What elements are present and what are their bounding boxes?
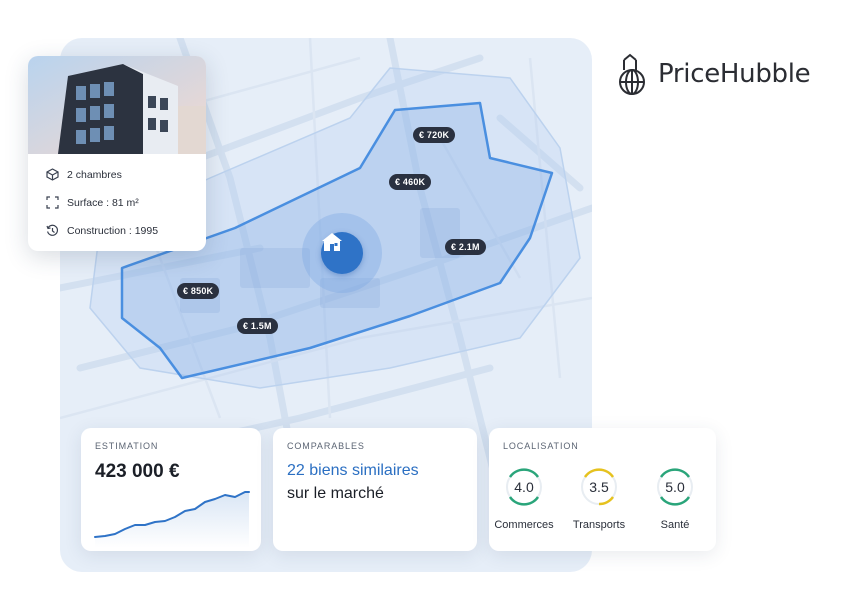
price-pin[interactable]: € 720K xyxy=(413,127,456,143)
feature-surface: Surface : 81 m² xyxy=(46,196,139,209)
score-transports: 3.5 xyxy=(579,467,619,507)
property-photo xyxy=(28,56,206,154)
score-sante: 5.0 xyxy=(655,467,695,507)
score-commerces: 4.0 xyxy=(504,467,544,507)
brand-logo: PriceHubble xyxy=(614,52,811,96)
estimation-trend-line xyxy=(94,491,250,548)
comparables-card[interactable]: COMPARABLES 22 biens similaires sur le m… xyxy=(273,428,477,551)
home-icon xyxy=(322,233,342,251)
card-title: ESTIMATION xyxy=(95,441,159,451)
price-pin[interactable]: € 460K xyxy=(389,174,432,190)
price-pin[interactable]: € 1.5M xyxy=(237,318,278,334)
score-value: 3.5 xyxy=(589,479,609,495)
feature-construction: Construction : 1995 xyxy=(46,224,158,237)
history-icon xyxy=(46,224,59,236)
home-marker[interactable] xyxy=(321,232,363,274)
score-label: Commerces xyxy=(494,519,554,531)
expand-icon xyxy=(46,196,59,209)
score-label: Santé xyxy=(660,519,690,531)
feature-bedrooms: 2 chambres xyxy=(46,168,122,181)
price-pin[interactable]: € 850K xyxy=(177,283,220,299)
estimation-value: 423 000 € xyxy=(95,461,180,482)
comparables-subtitle: sur le marché xyxy=(287,485,384,502)
score-label: Transports xyxy=(572,519,626,531)
card-title: COMPARABLES xyxy=(287,441,365,451)
card-title: LOCALISATION xyxy=(503,441,579,451)
feature-label: 2 chambres xyxy=(67,168,122,181)
feature-label: Construction : 1995 xyxy=(67,224,159,237)
comparables-count[interactable]: 22 biens similaires xyxy=(287,462,419,480)
feature-label: Surface : 81 m² xyxy=(67,196,139,209)
property-card[interactable]: 2 chambres Surface : 81 m² Construction … xyxy=(28,56,206,251)
score-value: 5.0 xyxy=(665,479,685,495)
price-pin[interactable]: € 2.1M xyxy=(445,239,486,255)
localisation-card[interactable]: LOCALISATION 4.0 Commerces 3.5 Transport… xyxy=(489,428,716,551)
bed-icon xyxy=(46,168,59,181)
brand-name: PriceHubble xyxy=(658,59,811,89)
globe-house-icon xyxy=(619,53,645,95)
estimation-card[interactable]: ESTIMATION 423 000 € xyxy=(81,428,261,551)
score-value: 4.0 xyxy=(514,479,534,495)
